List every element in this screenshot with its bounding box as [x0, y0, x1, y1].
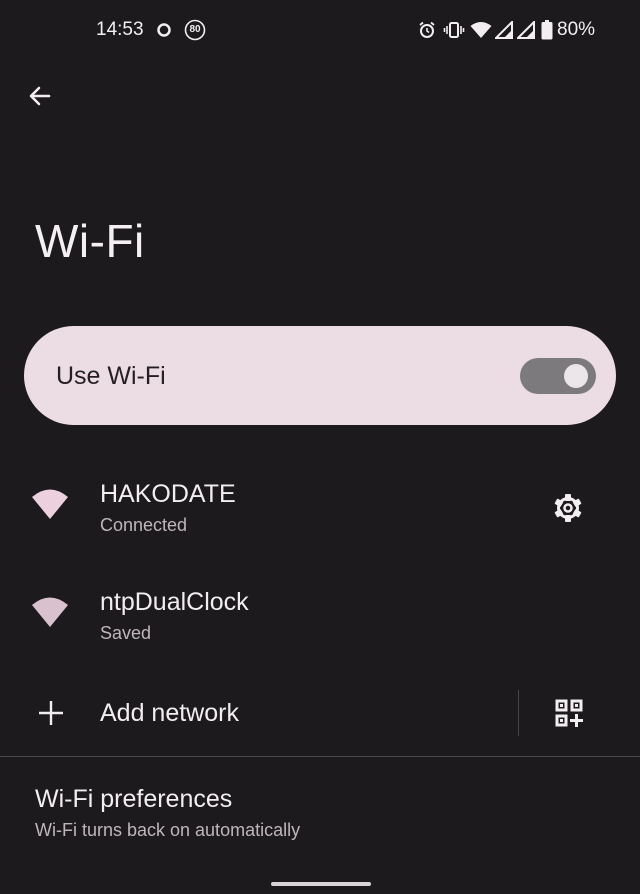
speed-badge-icon: 80 — [183, 19, 207, 41]
preferences-title: Wi-Fi preferences — [35, 785, 233, 813]
notification-badge: 80 — [189, 24, 201, 35]
preferences-subtitle: Wi-Fi turns back on automatically — [35, 820, 301, 840]
qr-code-add-icon — [555, 699, 583, 727]
vertical-divider — [518, 690, 519, 736]
network-settings-button[interactable] — [548, 488, 588, 528]
status-time: 14:53 — [96, 19, 144, 40]
network-name: HAKODATE — [100, 480, 236, 508]
network-item-hakodate[interactable]: HAKODATE Connected — [0, 470, 640, 560]
gesture-bar[interactable] — [271, 882, 371, 886]
wifi-full-icon — [32, 489, 68, 519]
signal-icon — [494, 20, 514, 40]
qr-scan-button[interactable] — [552, 696, 586, 730]
gear-icon — [554, 494, 582, 522]
back-button[interactable] — [22, 78, 58, 114]
network-status: Connected — [100, 515, 188, 535]
back-arrow-icon — [29, 86, 51, 106]
alarm-icon — [417, 20, 437, 40]
battery-percent: 80% — [557, 19, 596, 40]
vibrate-icon — [443, 20, 465, 40]
wifi-preferences-item[interactable]: Wi-Fi preferences Wi-Fi turns back on au… — [0, 770, 640, 850]
battery-icon — [540, 20, 554, 40]
wifi-status-icon — [470, 20, 492, 40]
use-wifi-toggle-card[interactable]: Use Wi-Fi — [24, 326, 616, 425]
status-bar: 14:53 80 80% — [0, 0, 640, 60]
use-wifi-switch[interactable] — [520, 358, 596, 394]
use-wifi-label: Use Wi-Fi — [56, 362, 166, 390]
page-title: Wi-Fi — [35, 215, 145, 267]
switch-thumb — [564, 364, 588, 388]
add-network-row[interactable]: Add network — [0, 690, 640, 740]
plus-icon — [39, 701, 63, 725]
wifi-full-icon — [32, 597, 68, 627]
circle-notification-icon — [155, 20, 173, 40]
add-network-label: Add network — [100, 699, 239, 727]
network-item-ntpdualclock[interactable]: ntpDualClock Saved — [0, 578, 640, 668]
section-divider — [0, 756, 640, 757]
network-name: ntpDualClock — [100, 588, 249, 616]
network-status: Saved — [100, 623, 152, 643]
signal-icon — [516, 20, 536, 40]
